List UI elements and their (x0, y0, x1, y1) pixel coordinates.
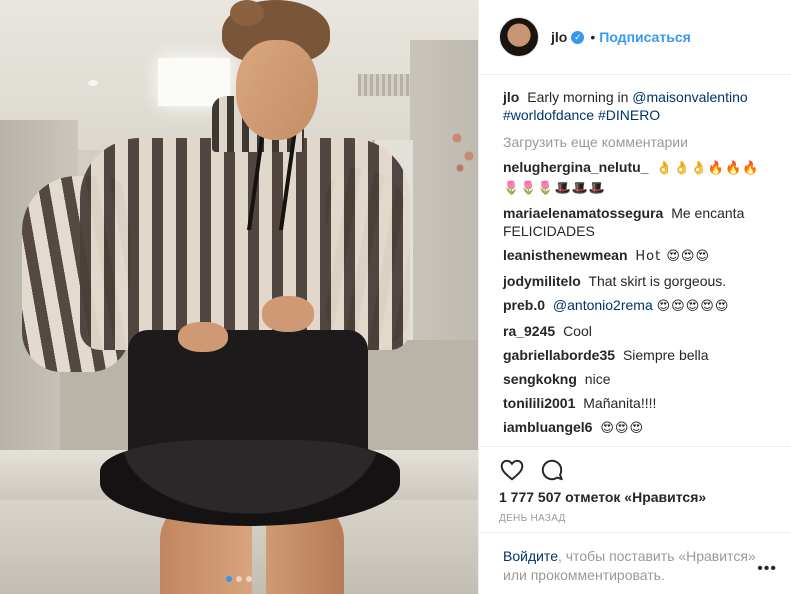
carousel-dot-2 (236, 576, 242, 582)
comment-text: 😍😍😍 (600, 421, 645, 436)
login-prompt: Войдите, чтобы поставить «Нравится» или … (479, 532, 791, 594)
carousel-dot-1 (226, 576, 232, 582)
comment-mention-link[interactable]: @antonio2rema (553, 297, 653, 313)
caption-hashtag-link[interactable]: #worldofdance (503, 107, 594, 123)
load-more-comments-button[interactable]: Загрузить еще комментарии (503, 134, 772, 150)
photo-plant (448, 120, 478, 180)
comments-list[interactable]: jlo Early morning in @maisonvalentino #w… (479, 76, 791, 444)
verified-badge-icon: ✓ (571, 30, 585, 44)
comment-item: tonilili2001 Mañanita!!!! (503, 394, 772, 412)
caption: jlo Early morning in @maisonvalentino #w… (503, 88, 772, 124)
figure-hair-bun (230, 0, 264, 26)
comment-item: jodymilitelo That skirt is gorgeous. (503, 272, 772, 290)
follow-button[interactable]: Подписаться (599, 29, 691, 45)
comment-item: leanisthenewmean Hot 😍😍😍 (503, 246, 772, 266)
comment-item: gabriellaborde35 Siempre bella (503, 346, 772, 364)
carousel-dot-3 (246, 576, 252, 582)
comment-text: Cool (563, 323, 592, 339)
post-header: jlo ✓ • Подписаться (479, 0, 791, 75)
post-side-panel: jlo ✓ • Подписаться jlo Early morning in… (478, 0, 791, 594)
avatar[interactable] (499, 17, 539, 57)
comment-icon[interactable] (539, 457, 565, 483)
post-timestamp[interactable]: ДЕНЬ НАЗАД (499, 513, 772, 524)
header-separator: • (590, 29, 596, 45)
instagram-post: jlo ✓ • Подписаться jlo Early morning in… (0, 0, 791, 594)
more-options-icon[interactable]: ••• (757, 560, 777, 578)
comment-item: sengkokng nice (503, 370, 772, 388)
header-username[interactable]: jlo (551, 29, 567, 45)
figure-right-hand (262, 296, 314, 332)
photo-ceiling-spot (88, 80, 98, 86)
comment-username[interactable]: jodymilitelo (503, 273, 581, 289)
login-link[interactable]: Войдите (503, 548, 558, 564)
comment-username[interactable]: tonilili2001 (503, 395, 575, 411)
comment-username[interactable]: ra_9245 (503, 323, 555, 339)
comment-username[interactable]: leanisthenewmean (503, 247, 628, 263)
comment-text: nice (584, 371, 611, 387)
post-actions: 1 777 507 отметок «Нравится» ДЕНЬ НАЗАД (479, 446, 791, 524)
caption-hashtag-link[interactable]: #DINERO (598, 107, 660, 123)
comment-username[interactable]: mariaelenamatossegura (503, 205, 663, 221)
action-icons (499, 451, 772, 489)
figure-face (236, 40, 318, 140)
figure-skirt-ruffle (100, 440, 400, 526)
figure-striped-blouse (80, 138, 410, 350)
figure-left-hand (178, 322, 228, 352)
comment-item: preb.0 @antonio2rema 😍😍😍😍😍 (503, 296, 772, 316)
comment-text: Mañanita!!!! (583, 395, 657, 411)
comment-text: 😍😍😍😍😍 (656, 299, 730, 314)
comment-username[interactable]: iambluangel6 (503, 419, 592, 435)
comment-item: nelughergina_nelutu_ 👌👌👌🔥🔥🔥🌷🌷🌷🎩🎩🎩 (503, 158, 772, 198)
comment-item: mariaelenamatossegura Me encanta FELICID… (503, 204, 772, 240)
comment-text: Hot 😍😍😍 (635, 249, 711, 264)
comment-text: Siempre bella (622, 347, 709, 363)
likes-count[interactable]: 1 777 507 отметок «Нравится» (499, 489, 772, 505)
carousel-indicator (0, 576, 478, 582)
photo-air-vent (358, 74, 414, 96)
caption-text: Early morning in (527, 89, 629, 105)
comment-item: ra_9245 Cool (503, 322, 772, 340)
comment-username[interactable]: sengkokng (503, 371, 577, 387)
post-photo[interactable] (0, 0, 478, 594)
comment-item: iambluangel6 😍😍😍 (503, 418, 772, 438)
comment-username[interactable]: gabriellaborde35 (503, 347, 615, 363)
comment-text: That skirt is gorgeous. (588, 273, 727, 289)
heart-icon[interactable] (499, 457, 525, 483)
caption-mention-link[interactable]: @maisonvalentino (632, 89, 747, 105)
comment-username[interactable]: nelughergina_nelutu_ (503, 159, 648, 175)
comment-username[interactable]: preb.0 (503, 297, 545, 313)
caption-username[interactable]: jlo (503, 89, 519, 105)
